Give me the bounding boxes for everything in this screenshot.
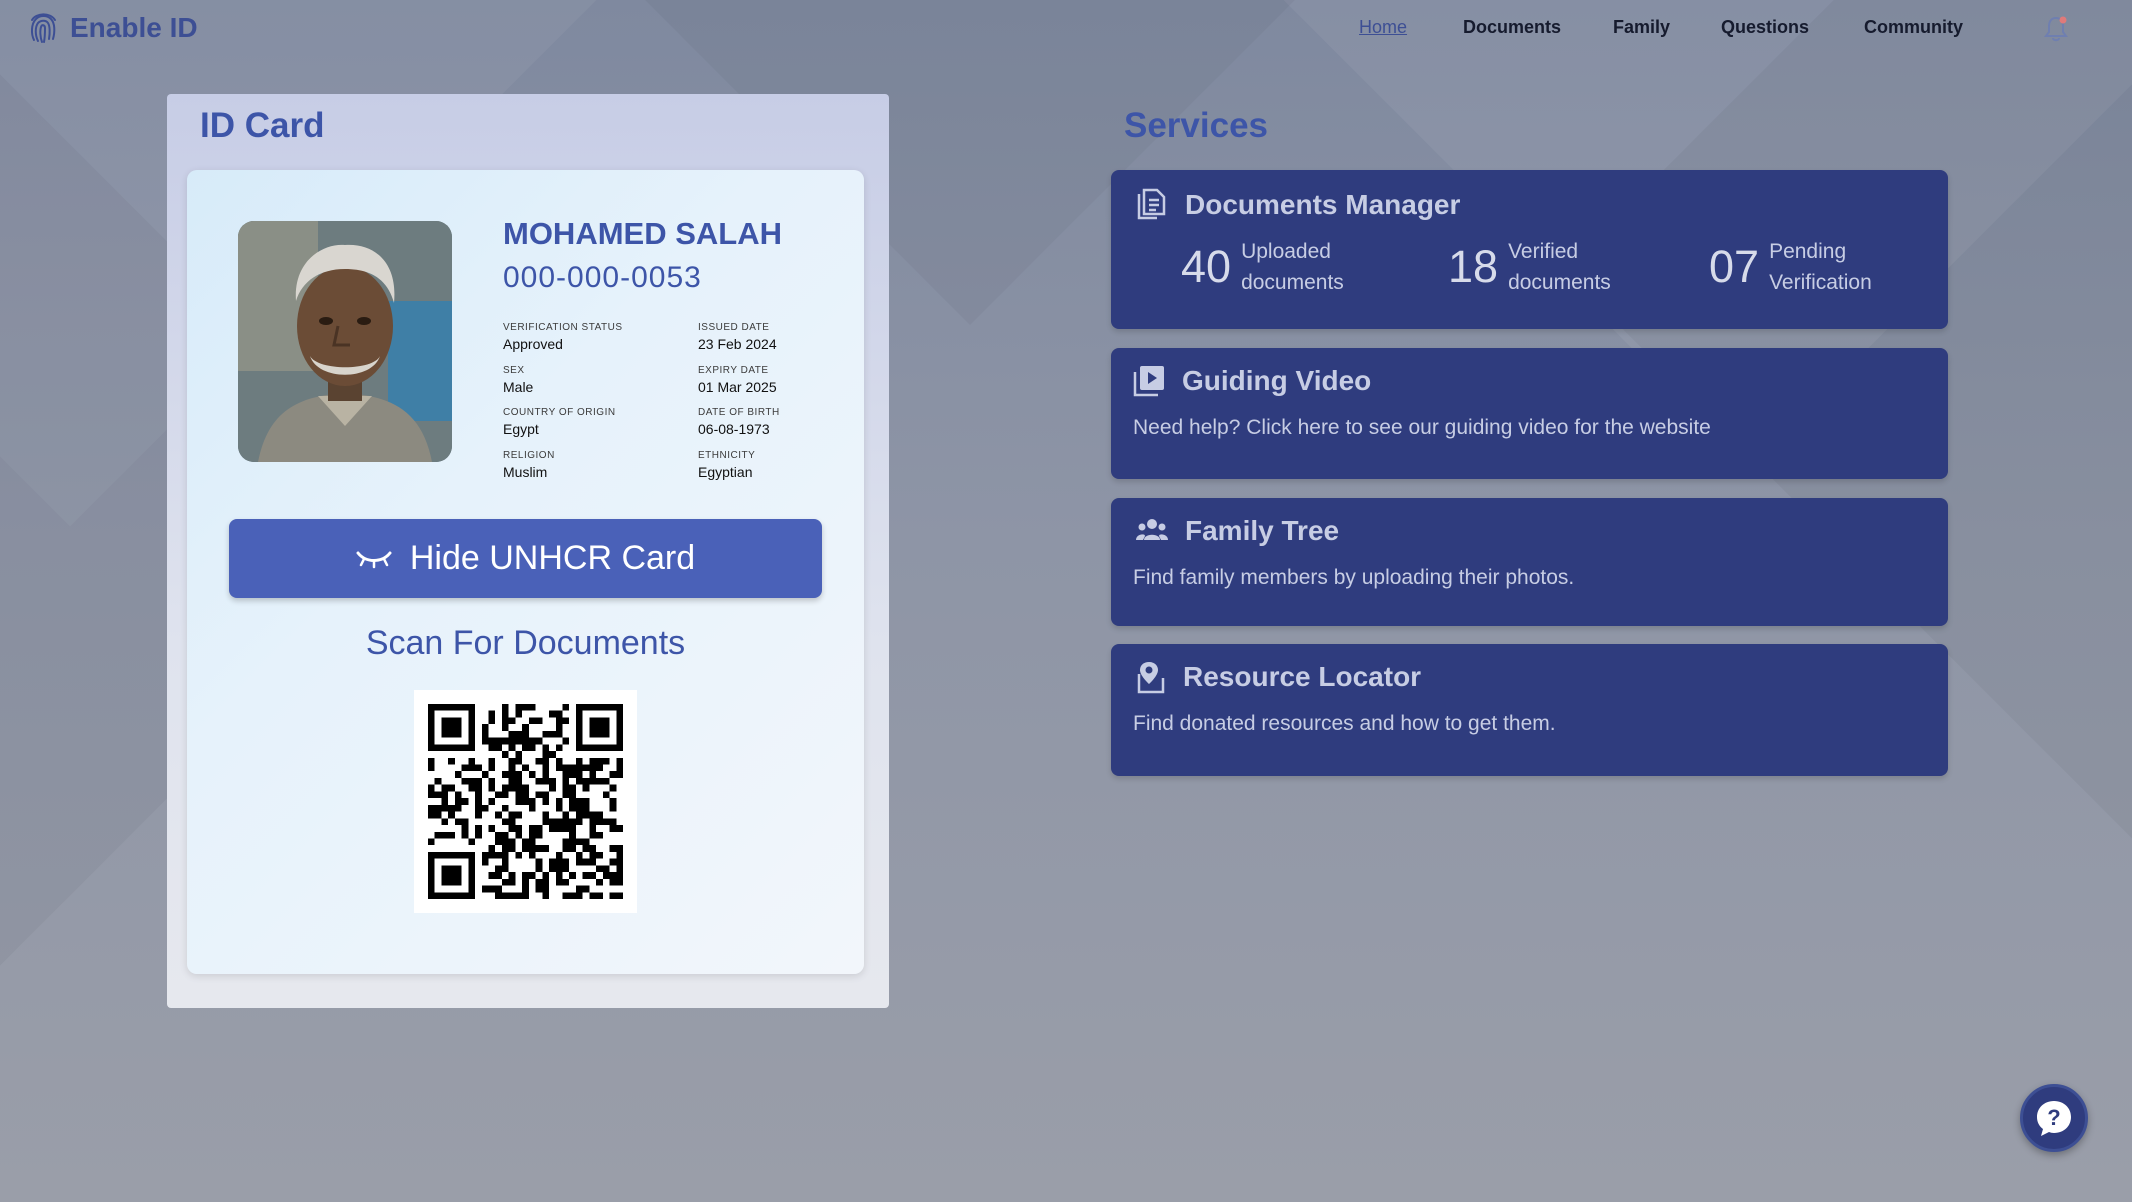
family-tree-title: Family Tree — [1185, 515, 1340, 546]
resource-locator-description: Find donated resources and how to get th… — [1133, 712, 1556, 735]
stat-label: Verified documents — [1508, 240, 1611, 294]
field-label: Issued Date — [698, 322, 770, 333]
field-value: Egypt — [503, 421, 539, 437]
stat-value: 18 — [1448, 241, 1499, 292]
family-tree-header: Family Tree — [1135, 514, 1339, 548]
nav-home[interactable]: Home — [1359, 17, 1407, 38]
field-value: 23 Feb 2024 — [698, 336, 777, 352]
field-country-of-origin: Country of Origin Egypt — [503, 407, 616, 437]
bell-icon[interactable] — [2043, 15, 2069, 43]
holder-name: MOHAMED SALAH — [503, 216, 782, 251]
field-expiry-date: Expiry Date 01 Mar 2025 — [698, 365, 777, 395]
documents-icon — [1137, 188, 1166, 220]
holder-id-number: 000-000-0053 — [503, 261, 702, 294]
documents-manager-card[interactable]: Documents Manager 40 Uploaded documents … — [1111, 170, 1948, 329]
field-value: 06-08-1973 — [698, 421, 770, 437]
field-value: Male — [503, 379, 534, 395]
nav-questions[interactable]: Questions — [1721, 17, 1809, 38]
brand[interactable]: Enable ID — [28, 10, 198, 46]
scan-title: Scan For Documents — [365, 624, 686, 662]
id-card: MOHAMED SALAH 000-000-0053 Verification … — [187, 170, 864, 974]
id-card-title: ID Card — [200, 106, 325, 145]
field-value: Approved — [503, 336, 563, 352]
top-navbar: Enable ID Home Documents Family Question… — [0, 0, 2132, 58]
stat-label: Uploaded documents — [1241, 240, 1344, 294]
id-photo — [238, 221, 452, 462]
field-value: Egyptian — [698, 464, 753, 480]
id-card-panel: ID Card MOHAMED SALAH 000-000-0053 Verif… — [167, 94, 889, 1008]
field-sex: Sex Male — [503, 365, 533, 395]
field-religion: Religion Muslim — [503, 450, 555, 480]
brand-name: Enable ID — [70, 12, 198, 43]
resource-locator-card[interactable]: Resource Locator Find donated resources … — [1111, 644, 1948, 776]
eye-closed-icon — [356, 551, 392, 568]
video-play-icon — [1133, 366, 1164, 397]
field-label: Expiry Date — [698, 365, 769, 376]
documents-manager-header: Documents Manager — [1135, 188, 1460, 222]
stat-uploaded: 40 Uploaded documents — [1181, 236, 1361, 298]
family-tree-description: Find family members by uploading their p… — [1133, 566, 1575, 589]
stat-value: 40 — [1181, 241, 1232, 292]
field-label: Religion — [503, 450, 555, 461]
field-verification-status: Verification Status Approved — [503, 322, 623, 352]
qr-code-image — [428, 704, 623, 899]
hide-button-label: Hide UNHCR Card — [409, 539, 696, 577]
people-icon — [1136, 519, 1168, 540]
qr-code[interactable] — [414, 690, 637, 913]
help-label: ? — [2047, 1105, 2060, 1130]
field-label: Date of Birth — [698, 407, 780, 418]
field-issued-date: Issued Date 23 Feb 2024 — [698, 322, 777, 352]
field-label: Ethnicity — [698, 450, 756, 461]
field-value: 01 Mar 2025 — [698, 379, 777, 395]
guiding-video-description: Need help? Click here to see our guiding… — [1133, 416, 1711, 439]
documents-manager-title: Documents Manager — [1185, 189, 1461, 220]
map-pin-icon — [1137, 662, 1165, 694]
nav-community[interactable]: Community — [1864, 17, 1963, 38]
help-chat-icon: ? — [2037, 1101, 2071, 1136]
guiding-video-title: Guiding Video — [1182, 365, 1372, 396]
resource-locator-title: Resource Locator — [1183, 661, 1422, 692]
fingerprint-icon — [30, 13, 56, 43]
field-ethnicity: Ethnicity Egyptian — [698, 450, 755, 480]
nav-family[interactable]: Family — [1613, 17, 1670, 38]
field-label: Country of Origin — [503, 407, 616, 418]
stat-verified: 18 Verified documents — [1448, 236, 1628, 298]
stat-value: 07 — [1709, 241, 1760, 292]
services-title: Services — [1124, 106, 1269, 145]
resource-locator-header: Resource Locator — [1135, 660, 1421, 694]
field-value: Muslim — [503, 464, 548, 480]
nav-documents[interactable]: Documents — [1463, 17, 1561, 38]
stat-label: Pending Verification — [1769, 240, 1872, 294]
field-label: Verification Status — [503, 322, 623, 333]
stat-pending: 07 Pending Verification — [1709, 236, 1889, 298]
field-label: Sex — [503, 365, 525, 376]
hide-unhcr-card-button[interactable]: Hide UNHCR Card — [229, 519, 822, 598]
help-chat-button[interactable]: ? — [2020, 1084, 2088, 1152]
guiding-video-header: Guiding Video — [1132, 364, 1371, 398]
family-tree-card[interactable]: Family Tree Find family members by uploa… — [1111, 498, 1948, 626]
guiding-video-card[interactable]: Guiding Video Need help? Click here to s… — [1111, 348, 1948, 479]
field-date-of-birth: Date of Birth 06-08-1973 — [698, 407, 780, 437]
